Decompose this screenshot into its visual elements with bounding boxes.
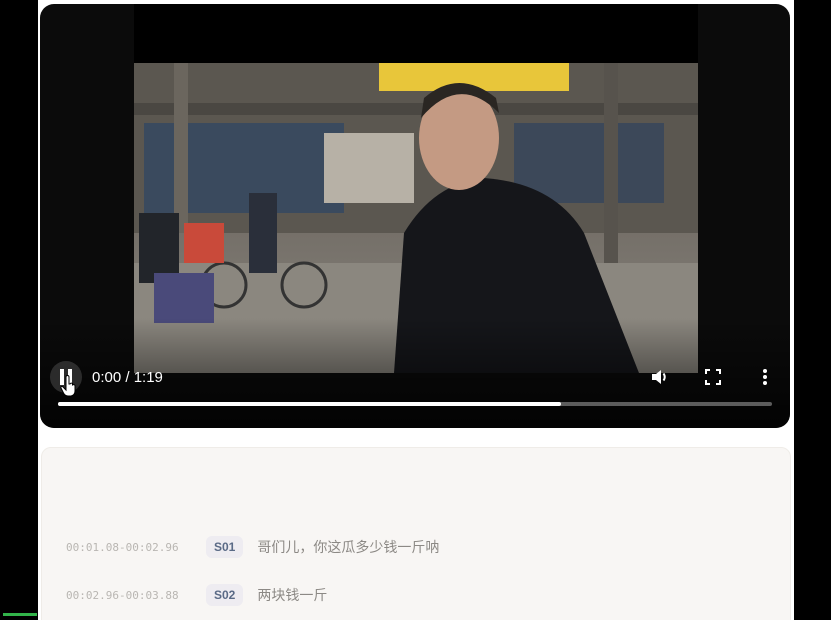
transcript-line[interactable]: 00:01.08-00:02.96 S01 哥们儿，你这瓜多少钱一斤呐 [66,535,439,559]
progress-fill [58,402,562,406]
accent-indicator [3,613,37,616]
volume-icon [652,370,666,384]
transcript-panel: 00:01.08-00:02.96 S01 哥们儿，你这瓜多少钱一斤呐 00:0… [41,447,791,620]
player-controls: 0:00 / 1:19 [40,359,790,403]
line-text: 两块钱一斤 [257,587,328,603]
video-player[interactable]: 0:00 / 1:19 [40,4,790,428]
speaker-badge: S01 [206,536,244,558]
fullscreen-icon [705,369,721,385]
line-timestamp: 00:01.08-00:02.96 [66,540,179,554]
more-options-button[interactable] [755,367,775,387]
volume-button[interactable] [650,367,670,387]
hand-cursor-icon [60,375,76,397]
more-options-icon [763,369,767,385]
line-text: 哥们儿，你这瓜多少钱一斤呐 [257,539,440,555]
progress-bar[interactable] [58,402,772,406]
line-timestamp: 00:02.96-00:03.88 [66,588,179,602]
speaker-badge: S02 [206,584,244,606]
time-display: 0:00 / 1:19 [92,369,163,386]
fullscreen-button[interactable] [703,367,723,387]
transcript-line[interactable]: 00:02.96-00:03.88 S02 两块钱一斤 [66,583,327,607]
page-content: 0:00 / 1:19 00:01.08-00:02.96 S01 哥们儿，你这… [38,0,794,620]
